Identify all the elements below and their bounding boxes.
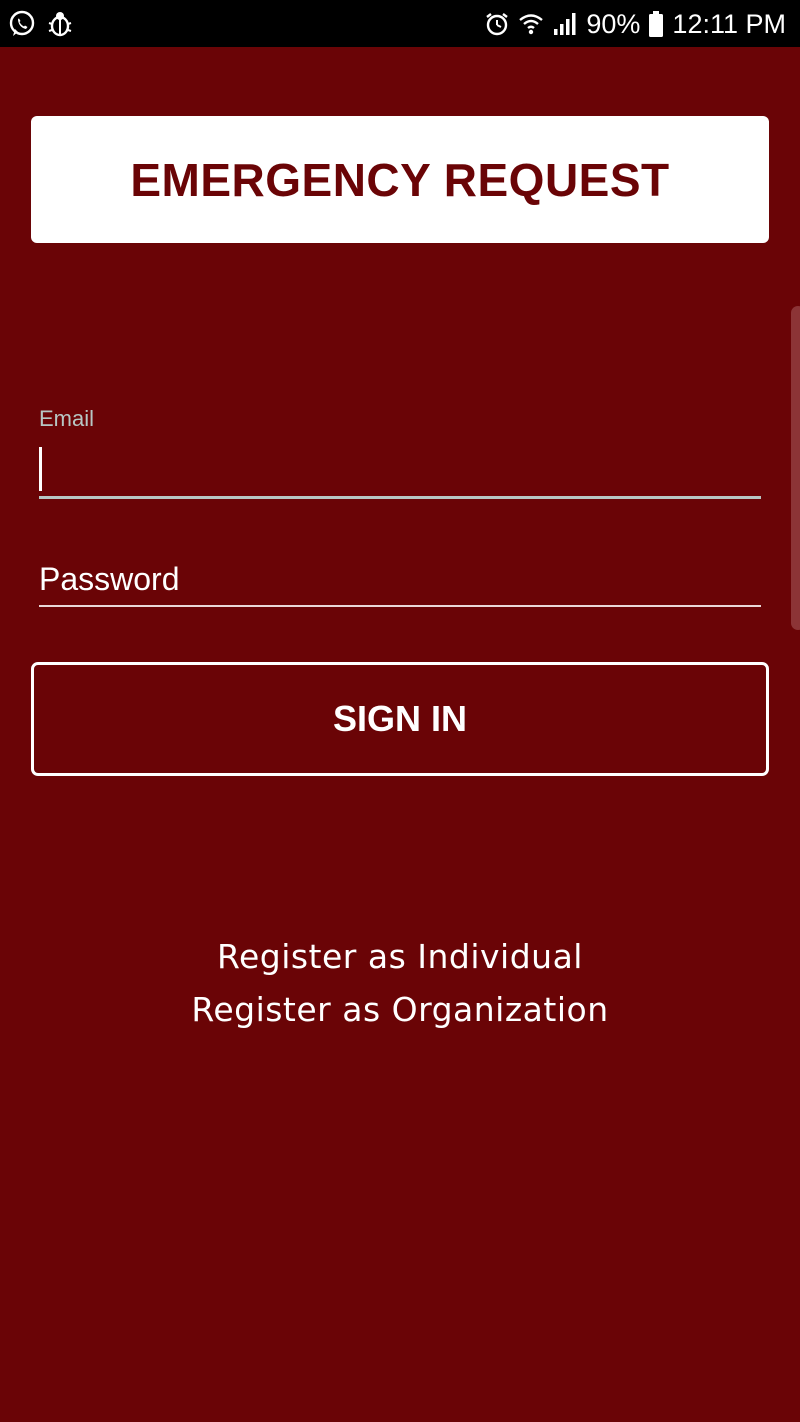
status-right-icons: 90% 12:11 PM xyxy=(484,6,786,42)
signal-icon xyxy=(552,11,578,37)
email-underline xyxy=(39,496,761,499)
register-individual-link[interactable]: Register as Individual xyxy=(0,930,800,983)
status-time: 12:11 PM xyxy=(672,8,786,39)
register-organization-link[interactable]: Register as Organization xyxy=(0,983,800,1036)
register-links: Register as Individual Register as Organ… xyxy=(0,930,800,1036)
email-field-container[interactable] xyxy=(39,440,761,500)
text-cursor xyxy=(39,447,42,491)
sign-in-button[interactable]: SIGN IN xyxy=(31,662,769,776)
whatsapp-icon xyxy=(8,10,36,38)
alarm-icon xyxy=(484,11,510,37)
password-field[interactable] xyxy=(39,556,761,602)
wifi-icon xyxy=(518,11,544,37)
password-field-container[interactable] xyxy=(39,556,761,608)
title-card: EMERGENCY REQUEST xyxy=(31,116,769,243)
password-underline xyxy=(39,605,761,607)
battery-percent: 90% xyxy=(586,8,641,39)
email-label: Email xyxy=(39,406,95,431)
email-field[interactable] xyxy=(39,440,761,494)
scroll-indicator[interactable] xyxy=(791,306,800,630)
page-title: EMERGENCY REQUEST xyxy=(130,153,670,206)
status-bar: 90% 12:11 PM xyxy=(0,0,800,47)
battery-icon xyxy=(648,10,664,38)
status-left-icons xyxy=(8,8,74,40)
bug-icon xyxy=(46,10,74,38)
